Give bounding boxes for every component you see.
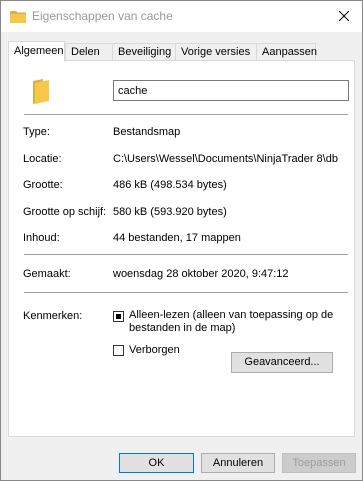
size-label: Grootte: [23,179,63,191]
apply-button[interactable]: Toepassen [282,453,356,473]
separator [24,254,348,255]
type-label: Type: [23,126,50,138]
size-on-disk-value: 580 kB (593.920 bytes) [113,206,227,218]
location-value[interactable]: C:\Users\Wessel\Documents\NinjaTrader 8\… [113,153,338,165]
cancel-button[interactable]: Annuleren [201,453,275,473]
attributes-label: Kenmerken: [23,310,83,322]
tab-algemeen[interactable]: Algemeen [8,41,65,62]
hidden-label[interactable]: Verborgen [129,344,180,357]
contents-label: Inhoud: [23,232,60,244]
contents-value: 44 bestanden, 17 mappen [113,232,241,244]
general-panel: Type: Bestandsmap Locatie: C:\Users\Wess… [8,60,355,437]
location-label: Locatie: [23,153,62,165]
hidden-checkbox[interactable] [113,345,124,356]
folder-large-icon [33,79,49,104]
created-value: woensdag 28 oktober 2020, 9:47:12 [113,268,289,280]
properties-window: Eigenschappen van cache Algemeen Delen B… [0,0,363,481]
size-value: 486 kB (498.534 bytes) [113,179,227,191]
title-bar[interactable]: Eigenschappen van cache [1,1,362,32]
window-title: Eigenschappen van cache [32,9,173,23]
folder-name-input[interactable] [113,80,349,101]
created-label: Gemaakt: [23,268,71,280]
size-on-disk-label: Grootte op schijf: [23,206,107,218]
folder-icon [10,11,26,23]
separator [24,114,348,115]
separator [24,292,348,293]
tab-vorige-versies[interactable]: Vorige versies [175,43,257,60]
close-button[interactable] [332,5,356,27]
readonly-checkbox[interactable] [113,311,124,322]
tab-beveiliging[interactable]: Beveiliging [112,43,176,60]
tab-delen[interactable]: Delen [65,43,113,60]
readonly-label[interactable]: Alleen-lezen (alleen van toepassing op d… [129,309,339,335]
type-value: Bestandsmap [113,126,181,138]
advanced-button[interactable]: Geavanceerd... [231,352,333,373]
close-icon [339,11,349,21]
tab-aanpassen[interactable]: Aanpassen [256,43,317,60]
ok-button[interactable]: OK [119,453,194,473]
